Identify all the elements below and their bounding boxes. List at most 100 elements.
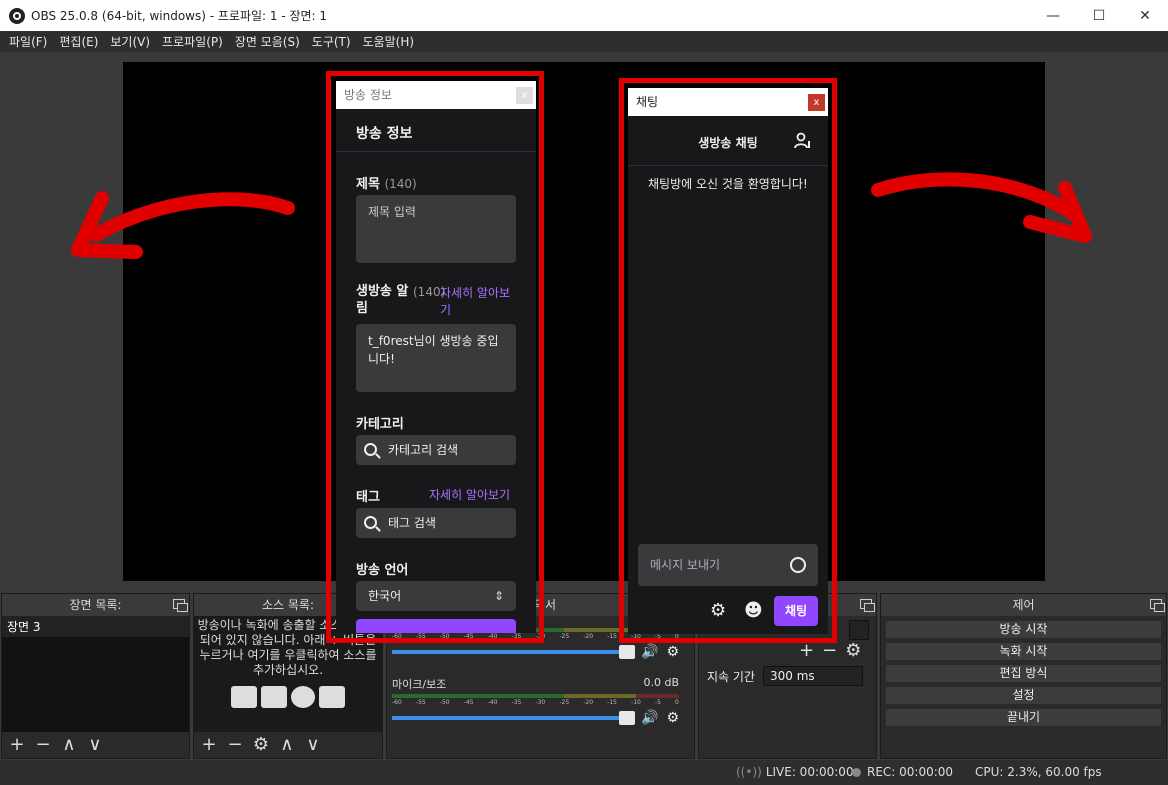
duration-label: 지속 기간	[707, 670, 755, 684]
volume-slider-handle[interactable]	[619, 645, 635, 659]
source-properties-button[interactable]: ⚙	[251, 735, 271, 755]
gear-icon[interactable]: ⚙	[710, 600, 726, 621]
move-down-button[interactable]: ∨	[85, 735, 105, 755]
mixer-channel-2: 마이크/보조 0.0 dB -60 -55 -50 -45 -40 -35 -30 -25 -2…	[392, 676, 679, 726]
gear-icon[interactable]: ⚙	[666, 710, 679, 726]
remove-source-button[interactable]: −	[225, 735, 245, 755]
search-icon	[364, 516, 377, 529]
scenes-toolbar: + − ∧ ∨	[2, 732, 189, 758]
scenes-dock-title: 장면 목록:	[2, 594, 189, 616]
chat-window-title: 채팅 x	[628, 88, 828, 116]
chat-message-input[interactable]: 메시지 보내기	[638, 544, 818, 586]
controls-dock-title-text: 제어	[1012, 598, 1035, 612]
chat-panel: 채팅 x 생방송 채팅 채팅방에 오신 것을 환영합니다! 메시지 보내기 ⚙ …	[628, 88, 828, 634]
add-transition-button[interactable]: +	[799, 640, 814, 661]
speaker-icon[interactable]: 🔊	[641, 710, 658, 726]
title-bar: OBS 25.0.8 (64-bit, windows) - 프로파일: 1 -…	[0, 0, 1168, 31]
add-source-button[interactable]: +	[199, 735, 219, 755]
gear-icon[interactable]: ⚙	[666, 644, 679, 660]
start-streaming-button[interactable]: 방송 시작	[885, 620, 1162, 639]
move-up-button[interactable]: ∧	[59, 735, 79, 755]
dock-float-icon[interactable]	[173, 599, 188, 612]
done-button[interactable]	[356, 619, 516, 633]
broadcast-icon: ((•))	[736, 765, 762, 779]
gear-icon[interactable]: ⚙	[845, 640, 861, 661]
left-arrow-annotation	[71, 191, 295, 259]
monitor-icon	[261, 686, 287, 708]
start-recording-button[interactable]: 녹화 시작	[885, 642, 1162, 661]
close-icon[interactable]: x	[808, 94, 825, 111]
remove-transition-button[interactable]: −	[822, 640, 837, 661]
cpu-status: CPU: 2.3%, 60.00 fps	[975, 765, 1102, 779]
sources-dock-title-text: 소스 목록:	[261, 598, 315, 612]
volume-row: 🔊 ⚙	[392, 644, 679, 660]
volume-slider[interactable]	[392, 711, 635, 725]
emoji-icon[interactable]	[790, 557, 806, 573]
live-status: ((•)) LIVE: 00:00:00	[736, 765, 854, 779]
transition-toolbar: + − ⚙	[799, 640, 861, 661]
tags-learn-more-link[interactable]: 자세히 알아보기	[429, 486, 510, 503]
divider	[628, 165, 828, 166]
studio-mode-button[interactable]: 편집 방식	[885, 664, 1162, 683]
volume-slider[interactable]	[392, 645, 635, 659]
stream-info-heading: 방송 정보	[356, 126, 413, 142]
menu-edit[interactable]: 편집(E)	[54, 33, 103, 50]
emote-icon[interactable]: ☻	[744, 600, 763, 621]
tags-search-input[interactable]: 태그 검색	[356, 508, 516, 538]
volume-row: 🔊 ⚙	[392, 710, 679, 726]
source-icons	[194, 686, 382, 708]
title-label: 제목 (140)	[356, 177, 417, 192]
close-button[interactable]: ✕	[1122, 0, 1168, 31]
scene-list[interactable]: 장면 3	[2, 616, 189, 732]
minimize-button[interactable]: —	[1030, 0, 1076, 31]
exit-button[interactable]: 끝내기	[885, 708, 1162, 727]
meter-ticks: -60 -55 -50 -45 -40 -35 -30 -25 -20 -15 -10 -5 0	[392, 699, 679, 706]
preview-canvas[interactable]	[123, 62, 1045, 581]
category-search-input[interactable]: 카테고리 검색	[356, 435, 516, 465]
menu-tools[interactable]: 도구(T)	[307, 33, 356, 50]
volume-meter	[392, 694, 679, 698]
notify-label: 생방송 알림	[356, 284, 409, 316]
menu-view[interactable]: 보기(V)	[105, 33, 155, 50]
language-select[interactable]: 한국어 ⇕	[356, 581, 516, 611]
chat-welcome-message: 채팅방에 오신 것을 환영합니다!	[648, 177, 808, 191]
divider	[336, 151, 536, 152]
remove-scene-button[interactable]: −	[33, 735, 53, 755]
duration-input[interactable]: 300 ms	[763, 666, 863, 686]
tags-label: 태그	[356, 490, 380, 505]
stream-info-window-title: 방송 정보 x	[336, 81, 536, 109]
list-item[interactable]: 장면 3	[2, 616, 189, 637]
source-down-button[interactable]: ∨	[303, 735, 323, 755]
volume-slider-handle[interactable]	[619, 711, 635, 725]
dock-float-icon[interactable]	[860, 599, 875, 612]
settings-button[interactable]: 설정	[885, 686, 1162, 705]
menu-help[interactable]: 도움말(H)	[358, 33, 420, 50]
title-input[interactable]: 제목 입력	[356, 195, 516, 263]
menu-profile[interactable]: 프로파일(P)	[157, 33, 228, 50]
speaker-icon[interactable]: 🔊	[641, 644, 658, 660]
maximize-button[interactable]: ☐	[1076, 0, 1122, 31]
menu-scene-collection[interactable]: 장면 모음(S)	[230, 33, 305, 50]
mixer-channel-name: 마이크/보조	[392, 678, 447, 691]
window-controls: — ☐ ✕	[1030, 0, 1168, 31]
controls-dock: 제어 방송 시작 녹화 시작 편집 방식 설정 끝내기	[880, 593, 1167, 759]
source-up-button[interactable]: ∧	[277, 735, 297, 755]
mixer-channel-header: 마이크/보조 0.0 dB	[392, 676, 679, 692]
record-dot-icon	[852, 768, 861, 777]
scenes-dock-title-text: 장면 목록:	[69, 598, 122, 612]
dock-float-icon[interactable]	[1150, 599, 1165, 612]
chat-send-button[interactable]: 채팅	[774, 596, 818, 626]
close-icon[interactable]: x	[516, 87, 533, 104]
notify-input[interactable]: t_f0rest님이 생방송 중입니다!	[356, 324, 516, 392]
controls-dock-title: 제어	[881, 594, 1166, 616]
menu-file[interactable]: 파일(F)	[4, 33, 52, 50]
window-title: OBS 25.0.8 (64-bit, windows) - 프로파일: 1 -…	[31, 9, 328, 23]
title-count: (140)	[384, 177, 417, 191]
add-scene-button[interactable]: +	[7, 735, 27, 755]
notify-learn-more-link[interactable]: 자세히 알아보기	[440, 285, 516, 319]
search-icon	[364, 443, 377, 456]
users-icon[interactable]	[794, 132, 812, 150]
transition-select[interactable]	[849, 620, 869, 640]
category-label: 카테고리	[356, 417, 404, 432]
globe-icon	[291, 686, 315, 708]
